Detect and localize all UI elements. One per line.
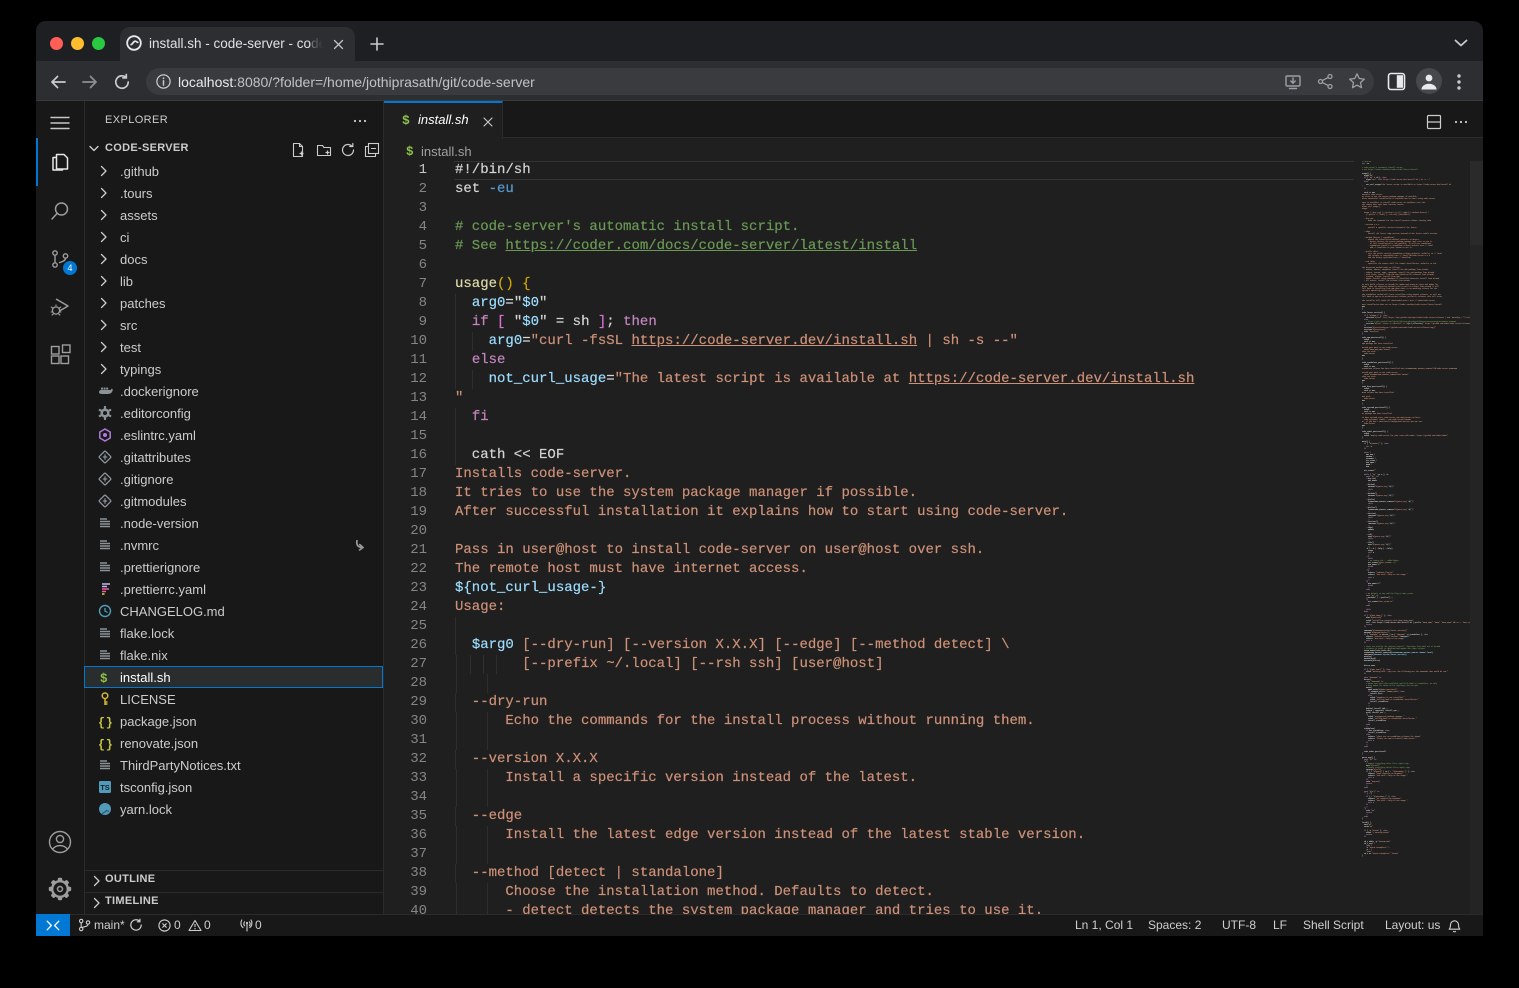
svg-text:TS: TS xyxy=(100,783,110,792)
